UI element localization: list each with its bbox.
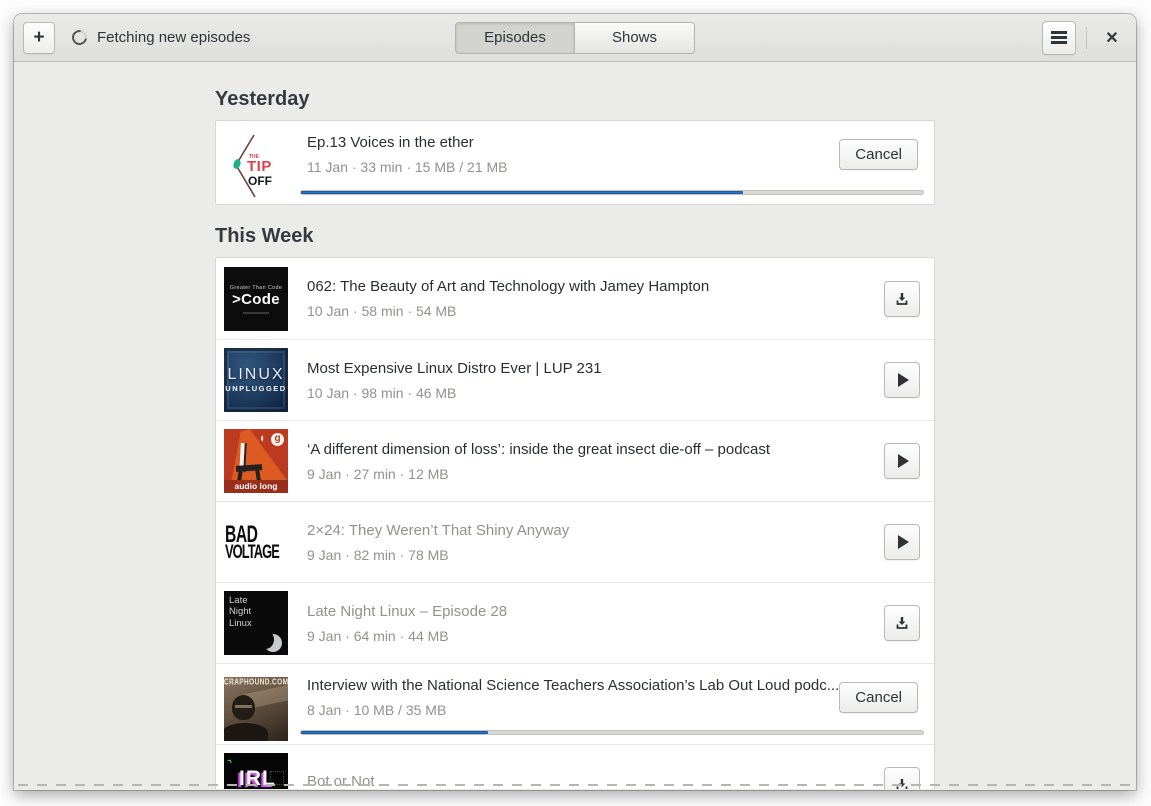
header-separator [1086, 26, 1087, 49]
episode-row[interactable]: g audio long reads ‘A different dimensio… [216, 420, 934, 501]
episode-meta: 10 Jan · 98 min · 46 MB [307, 384, 457, 401]
play-icon [898, 535, 909, 549]
play-icon [898, 454, 909, 468]
episode-title: 2×24: They Weren’t That Shiny Anyway [307, 521, 570, 539]
episode-title: Bot or Not [307, 772, 375, 790]
menu-button[interactable] [1042, 20, 1076, 55]
yesterday-card: THE TIP OFF Ep.13 Voices in the ether 11… [215, 120, 935, 205]
episode-meta: 9 Jan · 27 min · 12 MB [307, 465, 449, 482]
content-area: Yesterday THE TIP OFF Ep.13 Voices in th… [14, 62, 1136, 789]
cancel-button[interactable]: Cancel [839, 139, 918, 170]
show-cover-craphound: CRAPHOUND.COM [224, 677, 288, 741]
play-icon [898, 373, 909, 387]
tab-episodes[interactable]: Episodes [455, 21, 575, 54]
loading-spinner-icon [69, 27, 90, 48]
show-cover-linux-unplugged: LINUX UNPLUGGED [224, 348, 288, 412]
status-text: Fetching new episodes [97, 29, 251, 46]
download-icon [896, 617, 908, 629]
download-button[interactable] [884, 280, 920, 317]
episode-title: Most Expensive Linux Distro Ever | LUP 2… [307, 359, 602, 377]
episode-meta: 8 Jan · 10 MB / 35 MB [307, 702, 447, 718]
this-week-card: Greater Than Code >Code 062: The Beauty … [215, 257, 935, 789]
episode-title: ‘A different dimension of loss’: inside … [307, 440, 771, 458]
episode-meta: 9 Jan · 82 min · 78 MB [307, 546, 449, 563]
download-icon [896, 779, 908, 789]
headerbar: + Fetching new episodes Episodes Shows ✕ [14, 14, 1136, 62]
tab-shows[interactable]: Shows [575, 21, 695, 54]
episode-meta: 9 Jan · 64 min · 44 MB [307, 627, 449, 644]
hamburger-icon [1051, 36, 1067, 39]
section-title-yesterday: Yesterday [215, 88, 310, 110]
cancel-button[interactable]: Cancel [839, 682, 918, 713]
show-cover-audio-long-reads: g audio long reads [224, 429, 288, 493]
download-progress [300, 190, 924, 195]
play-button[interactable] [884, 443, 920, 479]
show-cover-bad-voltage: BAD VOLTAGE [224, 510, 288, 574]
episode-row[interactable]: Late Night Linux Late Night Linux – Epis… [216, 582, 934, 663]
episode-title: Ep.13 Voices in the ether [307, 134, 474, 151]
download-button[interactable] [884, 605, 920, 641]
episode-title: Interview with the National Science Teac… [307, 677, 840, 694]
episode-meta: 10 Jan · 58 min · 54 MB [307, 303, 457, 319]
download-progress [300, 730, 924, 735]
app-window: + Fetching new episodes Episodes Shows ✕… [14, 14, 1136, 790]
show-cover-late-night-linux: Late Night Linux [224, 591, 288, 655]
progress-fill [301, 191, 743, 194]
episode-row[interactable]: BAD VOLTAGE 2×24: They Weren’t That Shin… [216, 501, 934, 582]
play-button[interactable] [884, 362, 920, 398]
episode-meta: 11 Jan · 33 min · 15 MB / 21 MB [307, 159, 508, 175]
download-icon [896, 292, 908, 305]
show-cover-greater-than-code: Greater Than Code >Code [224, 266, 288, 331]
header-right: ✕ [1042, 20, 1127, 55]
add-podcast-button[interactable]: + [23, 21, 55, 54]
episode-row[interactable]: › IRL Bot or Not [216, 744, 934, 789]
episode-title: Late Night Linux – Episode 28 [307, 602, 508, 620]
play-button[interactable] [884, 524, 920, 560]
scroll-undershoot-indicator [18, 784, 1132, 786]
show-cover-tip-off: THE TIP OFF [224, 134, 288, 198]
view-switcher: Episodes Shows [455, 21, 695, 54]
section-title-this-week: This Week [215, 225, 314, 247]
episode-row[interactable]: THE TIP OFF Ep.13 Voices in the ether 11… [216, 121, 934, 204]
moon-icon [257, 630, 282, 652]
episode-row[interactable]: Greater Than Code >Code 062: The Beauty … [216, 258, 934, 339]
episode-title: 062: The Beauty of Art and Technology wi… [307, 278, 710, 295]
progress-fill [301, 731, 488, 734]
close-button[interactable]: ✕ [1097, 23, 1127, 53]
episode-row[interactable]: CRAPHOUND.COM Interview with the Nationa… [216, 663, 934, 744]
episode-row[interactable]: LINUX UNPLUGGED Most Expensive Linux Dis… [216, 339, 934, 420]
